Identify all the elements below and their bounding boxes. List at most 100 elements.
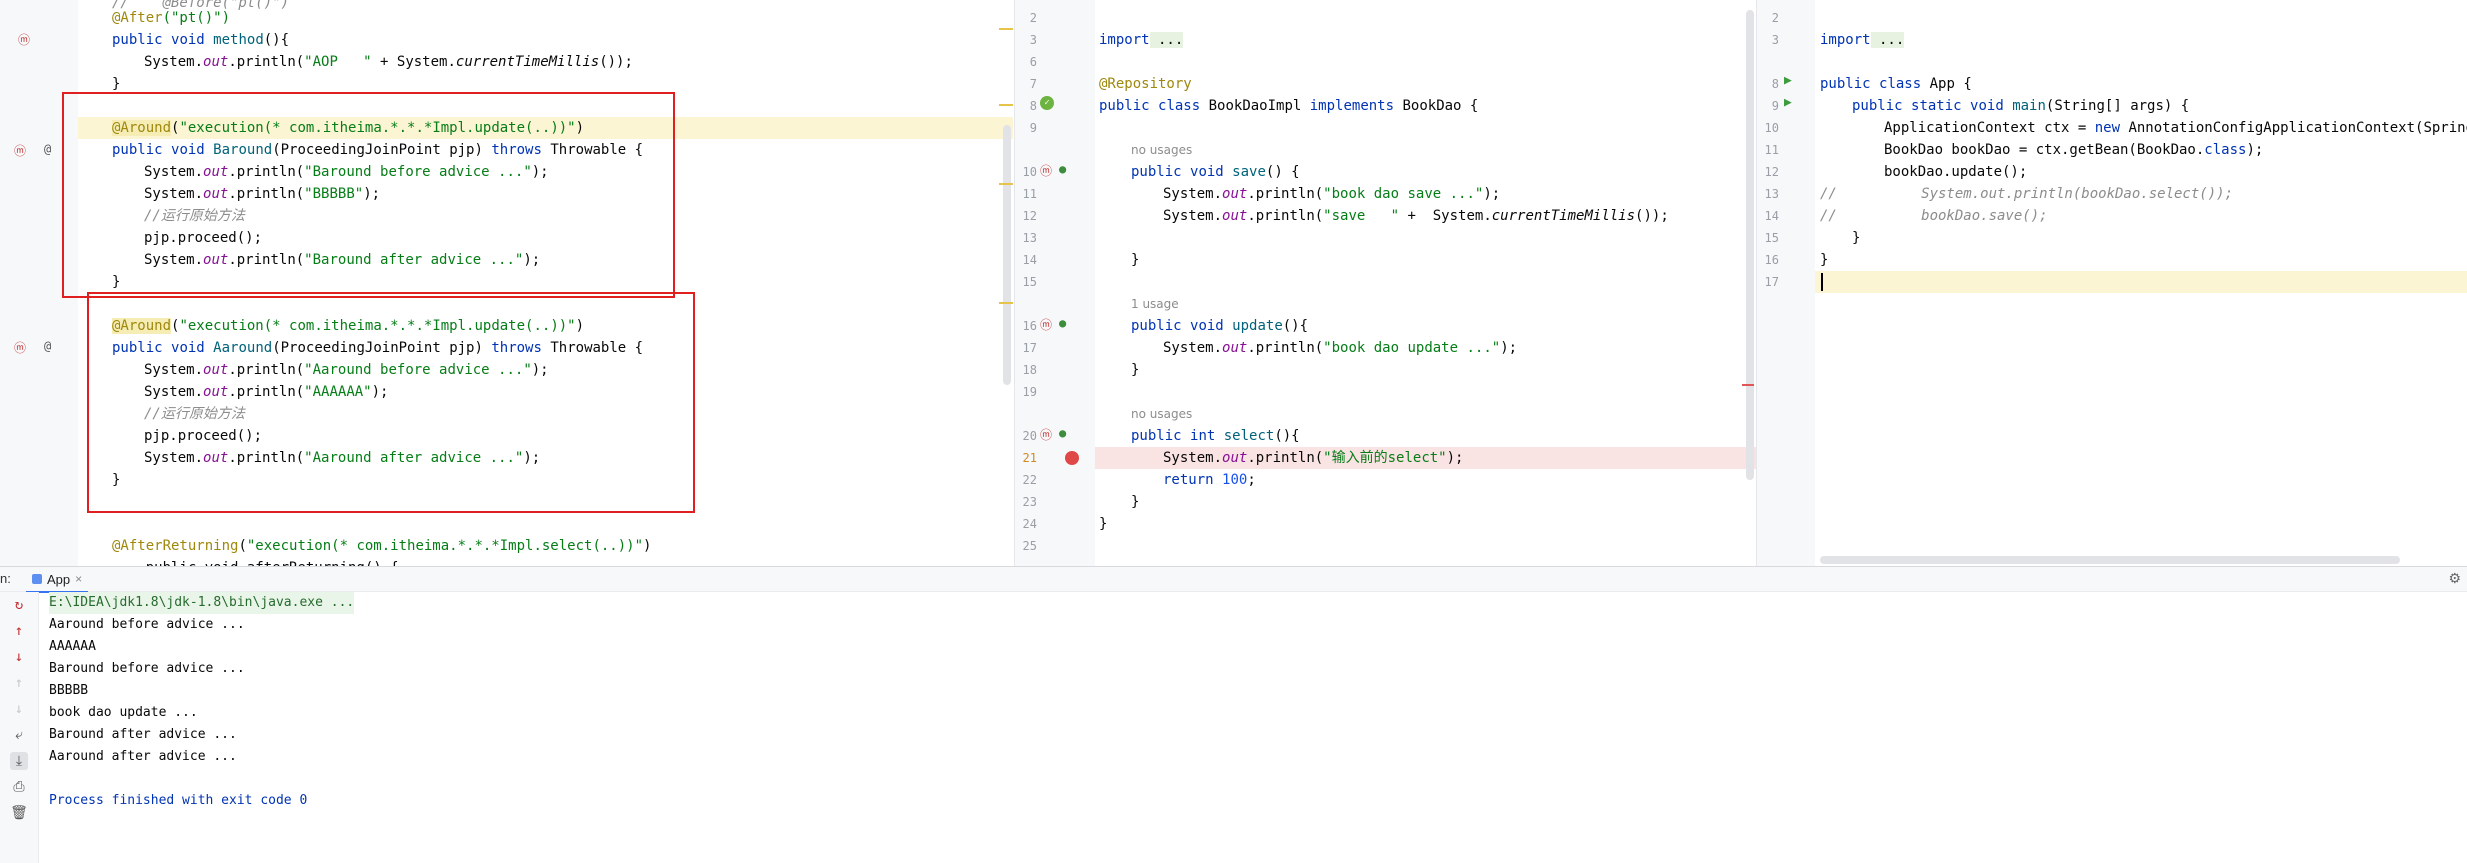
scroll-to-end-icon[interactable]: ⤓	[10, 752, 28, 770]
code-line: public class BookDaoImpl implements Book…	[1099, 98, 1479, 114]
trash-icon[interactable]: 🗑	[10, 804, 28, 822]
code-line: }	[1099, 516, 1108, 532]
at-annotation-icon[interactable]: @	[44, 339, 51, 353]
line-number: 11	[1022, 187, 1037, 201]
usage-hint[interactable]: no usages	[1131, 403, 1192, 425]
arrow-up-icon: ↑	[14, 675, 24, 691]
code-line: return 100;	[1163, 472, 1256, 488]
aspect-advice-icon[interactable]: ⓜ	[1040, 316, 1052, 333]
line-number: 7	[1029, 77, 1037, 91]
console-line: Baround after advice ...	[49, 727, 237, 742]
code-line: System.out.println("AOP " + System.curre…	[144, 54, 633, 70]
run-tab-app[interactable]: App ×	[26, 567, 89, 593]
code-line: }	[1820, 252, 1829, 268]
line-number: 24	[1022, 517, 1037, 531]
implementing-icon[interactable]: ●	[1059, 426, 1066, 440]
line-number: 13	[1022, 231, 1037, 245]
console-line: AAAAAA	[49, 639, 96, 654]
code-line: @AfterReturning("execution(* com.itheima…	[112, 538, 652, 554]
middle-editor[interactable]: 2 3 6 7 8 9 10 11 12 13 14 15 16 17 18 1…	[1015, 0, 1756, 566]
aspect-method-icon[interactable]: ⓜ	[18, 31, 30, 48]
console-command-line[interactable]: E:\IDEA\jdk1.8\jdk-1.8\bin\java.exe ...	[49, 592, 355, 614]
rerun-icon[interactable]: ↻	[10, 596, 28, 614]
code-line: bookDao.update();	[1884, 164, 2028, 180]
console-line: BBBBB	[49, 683, 89, 698]
code-line: import ...	[1820, 32, 1905, 48]
code-line: public class App {	[1820, 76, 1972, 92]
run-toolbar: ↻ ↑ ↓ ↑ ↓ ⤶ ⤓ ⎙ 🗑	[0, 592, 39, 863]
line-number: 17	[1022, 341, 1037, 355]
gear-icon[interactable]: ⚙	[2448, 570, 2461, 587]
code-line: }	[1131, 494, 1140, 510]
usage-hint[interactable]: 1 usage	[1131, 293, 1179, 315]
warning-stripe	[999, 28, 1013, 30]
aspect-advice-icon[interactable]: ⓜ	[1040, 162, 1052, 179]
line-number: 2	[1029, 11, 1037, 25]
warning-stripe	[999, 302, 1013, 304]
arrow-down-icon: ↓	[14, 701, 24, 717]
arrow-up-icon[interactable]: ↑	[10, 622, 28, 640]
line-number: 11	[1764, 143, 1779, 157]
line-number: 8	[1771, 77, 1779, 91]
run-label: n:	[0, 571, 11, 586]
code-line: System.out.println("输入前的select");	[1163, 450, 1464, 466]
implementing-icon[interactable]: ●	[1059, 316, 1066, 330]
right-code: import ... public class App { public sta…	[1820, 0, 2467, 566]
at-annotation-icon[interactable]: @	[44, 142, 51, 156]
code-line: @Repository	[1099, 76, 1192, 92]
line-number: 19	[1022, 385, 1037, 399]
line-number: 17	[1764, 275, 1779, 289]
arrow-down-icon[interactable]: ↓	[10, 648, 28, 666]
code-line: BookDao bookDao = ctx.getBean(BookDao.cl…	[1884, 142, 2264, 158]
aspect-method-icon[interactable]: ⓜ	[14, 142, 26, 159]
line-number: 14	[1764, 209, 1779, 223]
line-number: 14	[1022, 253, 1037, 267]
app-config-icon	[32, 574, 42, 584]
usage-hint[interactable]: no usages	[1131, 139, 1192, 161]
left-editor[interactable]: ⓜ ⓜ @ ⓜ @ // @Before("pt()") @After("pt(…	[0, 0, 1013, 566]
warning-stripe	[999, 104, 1013, 106]
text-caret	[1821, 273, 1823, 291]
print-icon[interactable]: ⎙	[10, 778, 28, 796]
line-number: 12	[1764, 165, 1779, 179]
process-exit-line: Process finished with exit code 0	[49, 793, 308, 808]
run-icon[interactable]: ▶	[1784, 95, 1792, 110]
line-number: 10	[1764, 121, 1779, 135]
line-number: 21	[1022, 451, 1037, 465]
breakpoint-icon[interactable]	[1065, 451, 1079, 465]
line-number: 2	[1771, 11, 1779, 25]
aspect-method-icon[interactable]: ⓜ	[14, 339, 26, 356]
close-icon[interactable]: ×	[75, 572, 82, 586]
code-line: public void save() {	[1131, 164, 1300, 180]
code-line: }	[1852, 230, 1861, 246]
code-line: }	[1131, 362, 1140, 378]
code-line: System.out.println("book dao save ...");	[1163, 186, 1501, 202]
line-number: 13	[1764, 187, 1779, 201]
code-line: System.out.println("book dao update ..."…	[1163, 340, 1518, 356]
highlight-box-baround	[62, 92, 675, 298]
right-editor[interactable]: 2 3 8 9 10 11 12 13 14 15 16 17 ▶ ▶ impo…	[1757, 0, 2467, 566]
code-line: public static void main(String[] args) {	[1852, 98, 2190, 114]
soft-wrap-icon[interactable]: ⤶	[10, 726, 28, 744]
spring-bean-icon[interactable]: ✓	[1040, 96, 1054, 110]
error-stripe	[1742, 384, 1754, 386]
code-line: public void update(){	[1131, 318, 1309, 334]
console-line: book dao update ...	[49, 705, 198, 720]
aspect-advice-icon[interactable]: ⓜ	[1040, 426, 1052, 443]
warning-stripe	[999, 183, 1013, 185]
run-icon[interactable]: ▶	[1784, 73, 1792, 88]
code-line: public void afterReturning() {	[112, 557, 399, 566]
line-number: 16	[1022, 319, 1037, 333]
horizontal-scrollbar[interactable]	[1820, 556, 2400, 564]
middle-scrollbar[interactable]	[1746, 10, 1754, 480]
run-tab-bar: n: App × ⚙	[0, 567, 2467, 593]
line-number: 10	[1022, 165, 1037, 179]
line-number: 3	[1029, 33, 1037, 47]
implementing-icon[interactable]: ●	[1059, 162, 1066, 176]
console-line: Aaround after advice ...	[49, 749, 237, 764]
console-line: Aaround before advice ...	[49, 617, 245, 632]
line-number: 12	[1022, 209, 1037, 223]
code-line: @After("pt()")	[112, 10, 231, 26]
left-scrollbar[interactable]	[1003, 125, 1011, 385]
line-number: 15	[1764, 231, 1779, 245]
